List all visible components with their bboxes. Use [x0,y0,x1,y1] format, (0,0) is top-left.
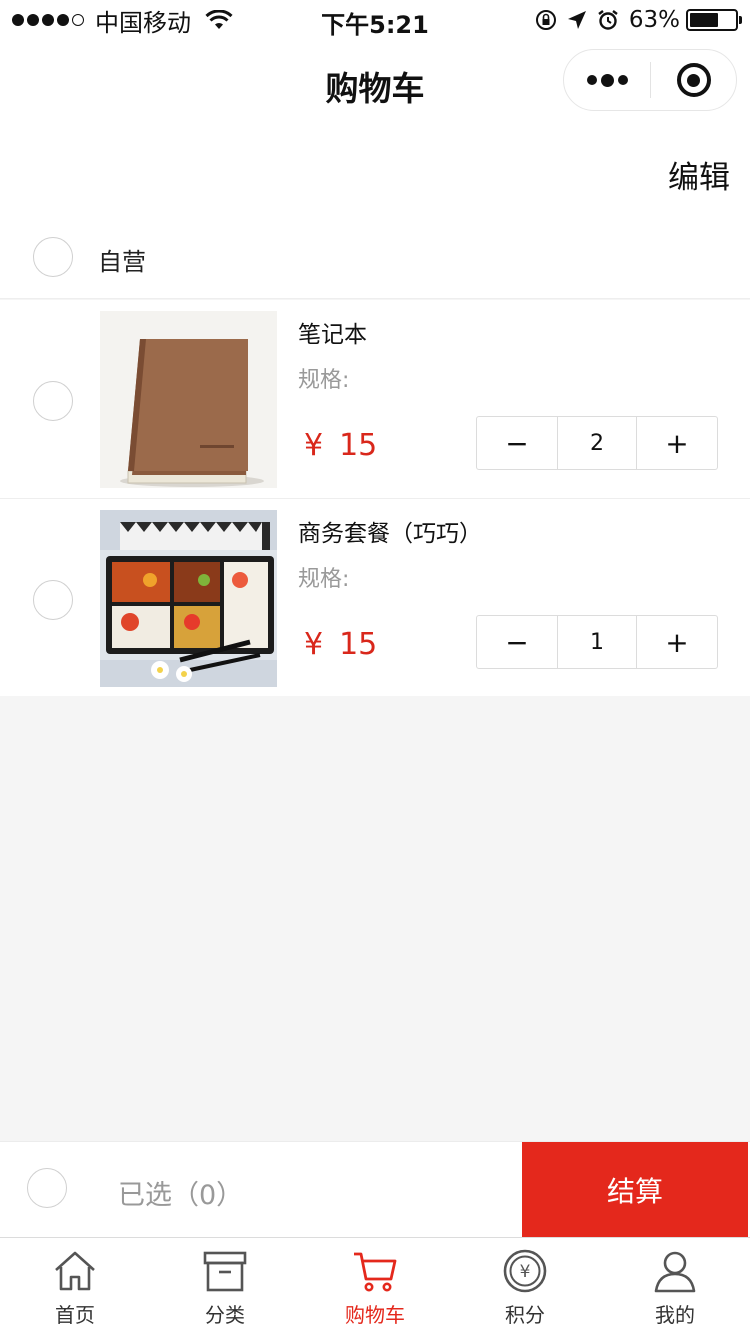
tab-mine[interactable]: 我的 [600,1238,750,1334]
checkout-bar: 已选（0） 结算 [0,1141,750,1238]
edit-button[interactable]: 编辑 [668,152,730,197]
tab-label: 购物车 [345,1303,405,1327]
cart-icon [354,1252,397,1292]
checkout-button[interactable]: 结算 [522,1142,748,1238]
battery-percent: 63% [628,7,680,33]
product-spec: 规格: [298,567,350,592]
tab-label: 首页 [55,1303,95,1327]
edit-row: 编辑 [0,122,750,214]
home-icon [55,1251,95,1291]
shop-header: 自营 [0,214,750,299]
alarm-icon [598,10,618,30]
wifi-icon [205,10,233,29]
shop-name: 自营 [98,248,146,276]
rotation-lock-icon [535,10,556,30]
quantity-value[interactable]: 1 [557,616,637,668]
item-select-checkbox[interactable] [33,381,73,421]
increase-button[interactable]: + [637,417,717,469]
tab-label: 我的 [655,1303,695,1327]
increase-button[interactable]: + [637,616,717,668]
product-price: ¥15 [304,627,377,662]
product-spec: 规格: [298,368,350,393]
tab-category[interactable]: 分类 [150,1238,300,1334]
nav-bar: 购物车 [0,40,750,122]
tab-label: 分类 [205,1303,245,1327]
select-all-checkbox[interactable] [27,1168,67,1208]
decrease-button[interactable]: − [477,616,557,668]
currency-symbol: ¥ [304,627,324,662]
cart-list: 笔记本 规格: ¥15 − 2 + 商务套餐（巧巧） 规格: ¥ 15 − 1 … [0,300,750,696]
user-icon [654,1251,696,1293]
battery-icon [686,9,742,31]
status-bar: 中国移动 下午5:21 63% [0,0,750,40]
decrease-button[interactable]: − [477,417,557,469]
product-name: 商务套餐（巧巧） [298,521,482,547]
tab-bar: 首页 分类 购物车 ¥ 积分 我的 [0,1237,750,1334]
more-dots-icon[interactable] [564,50,650,110]
svg-text:¥: ¥ [520,1262,531,1282]
selected-count: 已选（0） [118,1180,244,1211]
signal-dots-icon [12,14,87,26]
tab-cart[interactable]: 购物车 [300,1238,450,1334]
carrier-label: 中国移动 [95,8,191,37]
mini-program-capsule [563,49,737,111]
product-price: ¥15 [304,428,377,463]
cart-item: 商务套餐（巧巧） 规格: ¥15 − 1 + [0,498,750,695]
box-icon [203,1251,247,1292]
price-value: 15 [339,627,378,662]
product-name: 笔记本 [298,322,367,348]
item-select-checkbox[interactable] [33,580,73,620]
quantity-value[interactable]: 2 [557,417,637,469]
price-value: 15 [339,428,378,463]
currency-symbol: ¥ [304,428,324,463]
quantity-stepper: − 1 + [476,615,718,669]
tab-points[interactable]: ¥ 积分 [450,1238,600,1334]
shop-select-checkbox[interactable] [33,237,73,277]
product-image-notebook[interactable] [100,311,277,488]
close-target-icon[interactable] [651,50,736,110]
quantity-stepper: − 2 + [476,416,718,470]
points-coin-icon: ¥ [503,1249,547,1293]
product-image-bento[interactable] [100,510,277,687]
status-left: 中国移动 [12,6,233,37]
cart-item: 笔记本 规格: ¥15 − 2 + [0,300,750,497]
tab-home[interactable]: 首页 [0,1238,150,1334]
tab-label: 积分 [505,1303,545,1327]
status-right: 63% [535,6,742,34]
location-arrow-icon [567,11,586,29]
